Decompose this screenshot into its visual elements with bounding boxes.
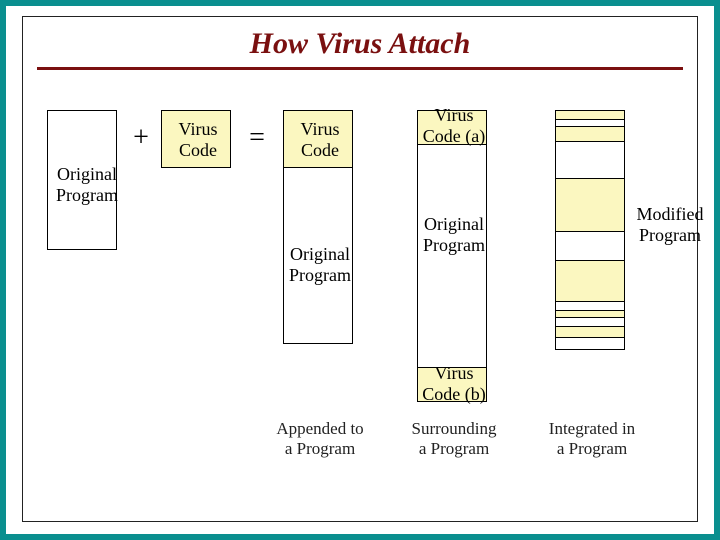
integrated-stripe: [556, 311, 624, 318]
virus-code-label: Virus Code: [153, 119, 243, 160]
integrated-caption: Integrated in a Program: [537, 419, 647, 458]
virus-code-b-label: Virus Code (b): [407, 363, 501, 404]
integrated-stripe: [556, 302, 624, 311]
integrated-stripe: [556, 318, 624, 327]
title-rule: [37, 67, 683, 70]
integrated-stripe: [556, 261, 624, 302]
appended-original-label: Original Program: [273, 244, 367, 285]
modified-program-label: Modified Program: [627, 204, 713, 245]
surrounding-original-label: Original Program: [407, 214, 501, 255]
integrated-stripe: [556, 338, 624, 349]
integrated-stripe: [556, 179, 624, 232]
slide-inner: How Virus Attach Original Program + Viru…: [22, 16, 698, 522]
integrated-result-box: [555, 110, 625, 350]
integrated-stripe: [556, 127, 624, 142]
slide-title: How Virus Attach: [37, 27, 683, 61]
integrated-stripe: [556, 327, 624, 338]
plus-operator: +: [129, 124, 153, 152]
integrated-stripe: [556, 111, 624, 120]
surrounding-caption: Surrounding a Program: [399, 419, 509, 458]
appended-virus-label: Virus Code: [275, 119, 365, 160]
surrounding-result-box: [417, 110, 487, 402]
equals-operator: =: [245, 124, 269, 152]
original-program-label: Original Program: [32, 164, 142, 205]
integrated-stripe: [556, 120, 624, 127]
virus-code-a-label: Virus Code (a): [407, 105, 501, 146]
slide-frame: How Virus Attach Original Program + Viru…: [0, 0, 720, 540]
diagram-stage: Original Program + Virus Code = Virus Co…: [37, 94, 683, 484]
appended-caption: Appended to a Program: [265, 419, 375, 458]
integrated-stripe: [556, 232, 624, 261]
integrated-stripe: [556, 142, 624, 179]
